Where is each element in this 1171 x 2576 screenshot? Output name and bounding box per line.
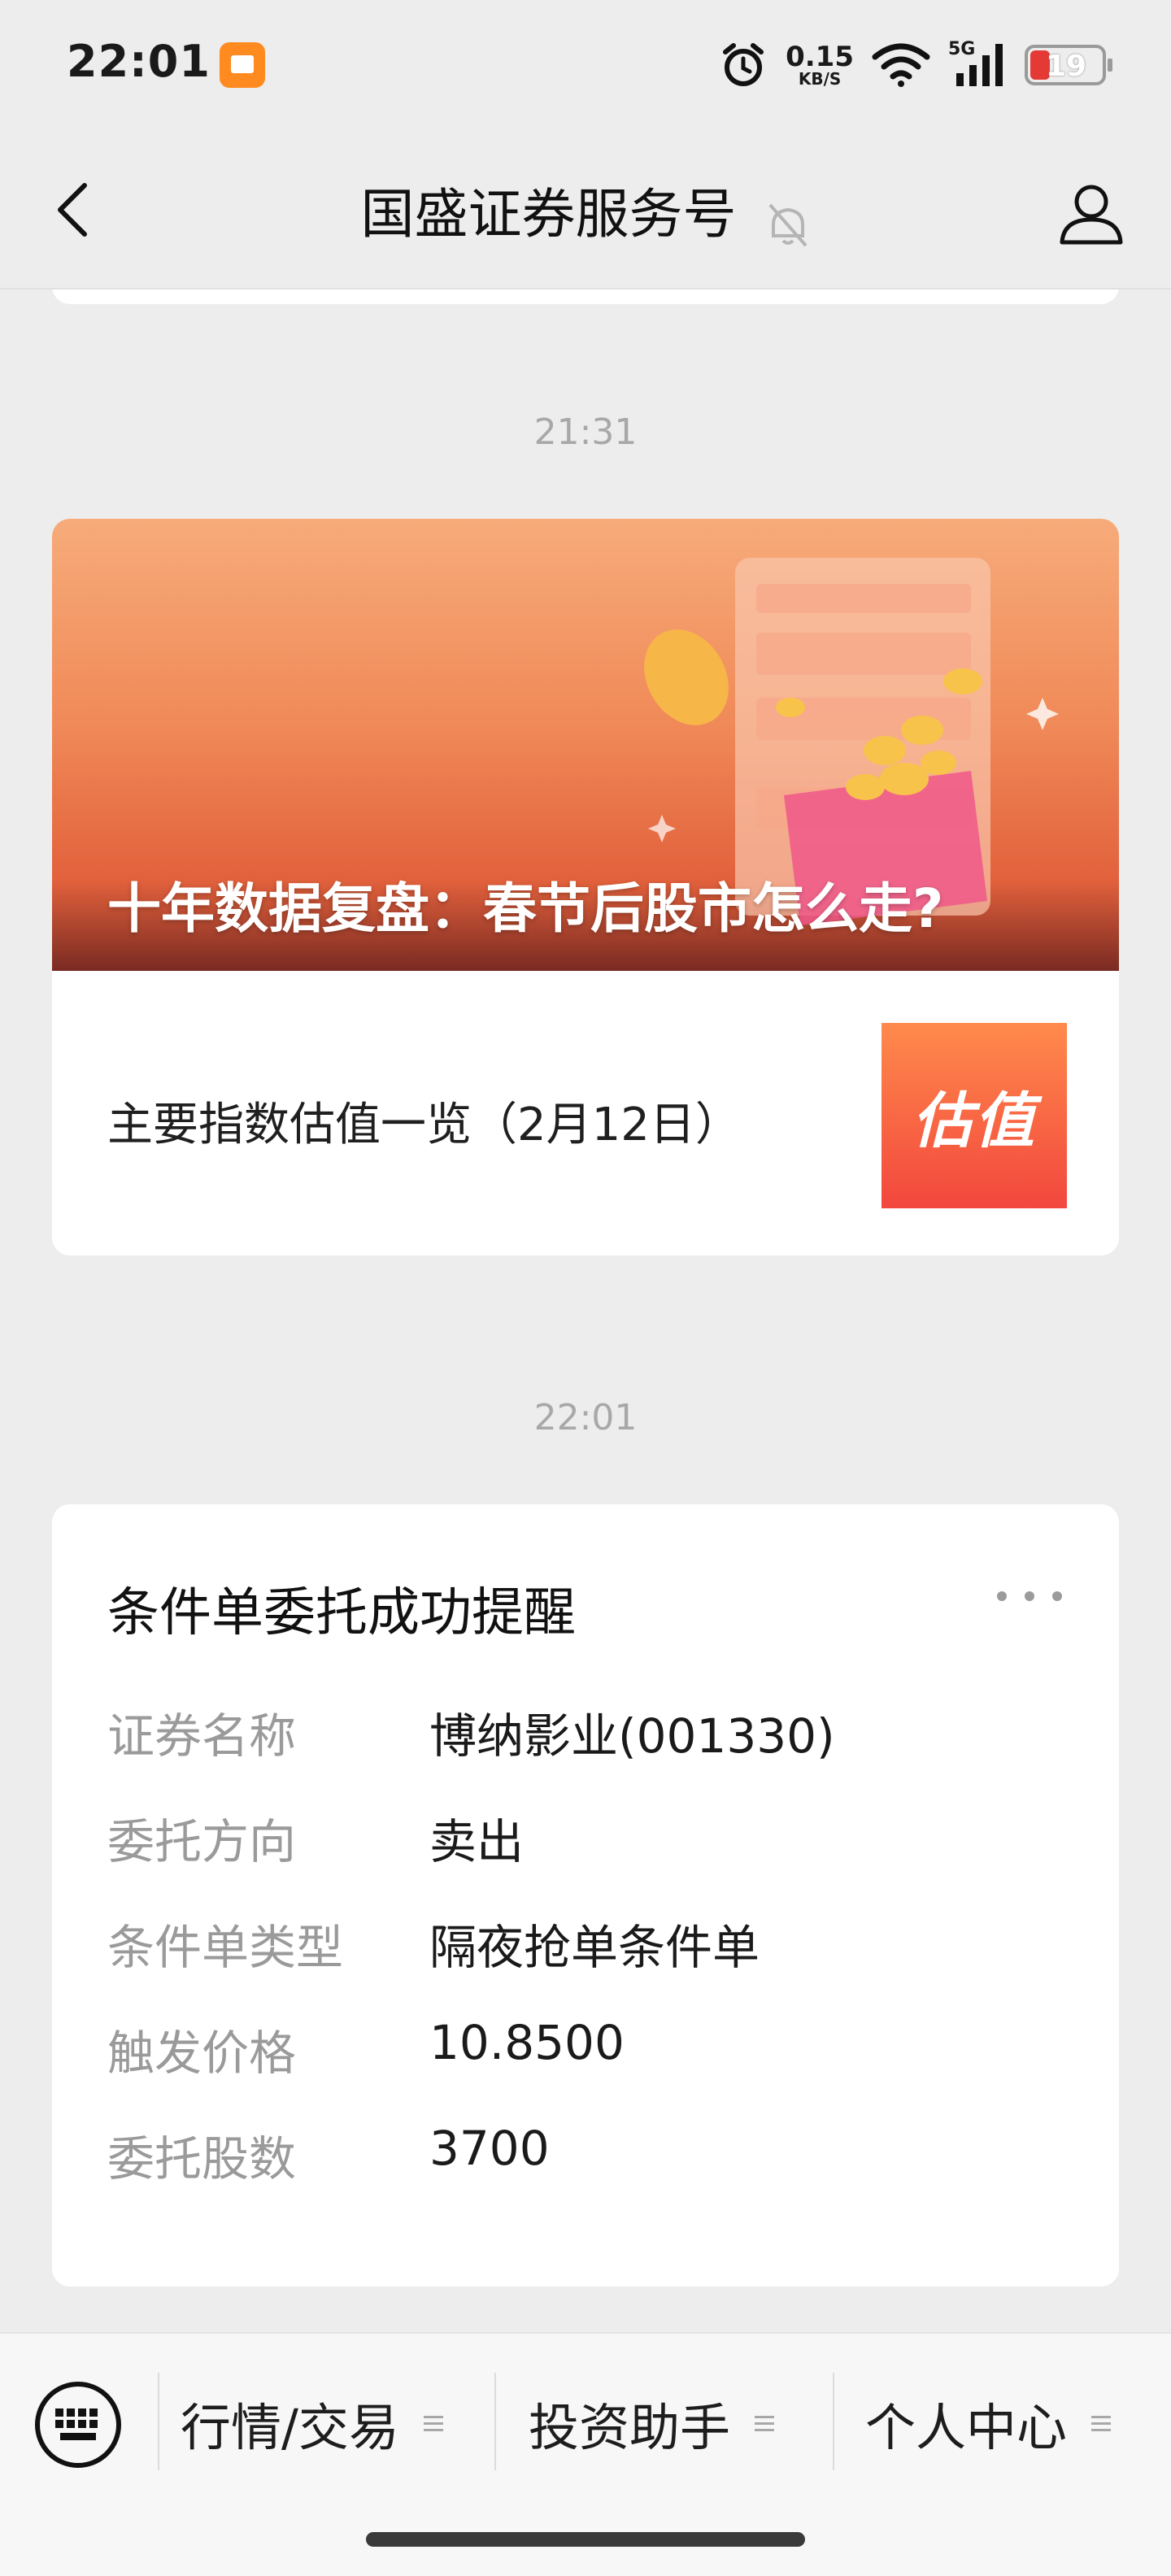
profile-icon[interactable] [1051, 172, 1132, 254]
article-card[interactable]: 十年数据复盘：春节后股市怎么走? 主要指数估值一览（2月12日） 估值 [52, 519, 1119, 1255]
signal-icon [956, 44, 1003, 86]
battery-level: 19 [1046, 50, 1087, 83]
timestamp: 21:31 [533, 411, 638, 453]
submenu-icon [755, 2415, 775, 2431]
title-bar: 国盛证券服务号 [0, 130, 1171, 289]
menu-divider [158, 2373, 159, 2470]
article-thumbnail[interactable]: 估值 [882, 1023, 1067, 1208]
menu-item-investment-assistant[interactable]: 投资助手 [529, 2366, 775, 2480]
article-sub-title[interactable]: 主要指数估值一览（2月12日） [107, 1088, 741, 1154]
menu-item-label: 个人中心 [865, 2398, 1068, 2457]
article-banner-title: 十年数据复盘：春节后股市怎么走? [107, 877, 944, 940]
home-indicator[interactable] [366, 2532, 805, 2547]
message-list[interactable]: 21:31 十年数据复盘：春节后股市怎么走? 主要指数估值一览（2月12日） 估… [0, 289, 1171, 2332]
detail-label: 委托股数 [107, 2131, 297, 2187]
detail-label: 委托方向 [107, 1814, 297, 1869]
wifi-icon [872, 43, 930, 87]
detail-value: 博纳影业(001330) [429, 1708, 835, 1764]
detail-label: 证券名称 [107, 1708, 297, 1764]
detail-value: 10.8500 [429, 2015, 625, 2070]
detail-row: 委托股数 3700 [107, 2121, 1067, 2187]
status-icons: 0.15 KB/S 5G 19 [719, 33, 1112, 98]
menu-item-market-trade[interactable]: 行情/交易 [181, 2366, 443, 2480]
network-speed: 0.15 KB/S [786, 43, 854, 87]
detail-label: 触发价格 [107, 2026, 297, 2081]
page-title: 国盛证券服务号 [360, 183, 737, 246]
detail-label: 条件单类型 [107, 1920, 344, 1975]
mute-bell-icon [768, 203, 808, 246]
previous-message-card [52, 289, 1119, 304]
timestamp: 22:01 [533, 1397, 638, 1438]
status-bar: 22:01 0.15 KB/S 5G 19 [0, 0, 1171, 130]
notification-card[interactable]: 条件单委托成功提醒 证券名称 博纳影业(001330) 委托方向 卖出 条件单类… [52, 1504, 1119, 2287]
notification-app-icon [220, 42, 265, 88]
detail-row: 触发价格 10.8500 [107, 2015, 1067, 2081]
network-speed-value: 0.15 [786, 41, 854, 73]
battery-icon: 19 [1025, 45, 1112, 85]
detail-value: 隔夜抢单条件单 [429, 1920, 760, 1975]
menu-divider [494, 2373, 496, 2470]
status-time: 22:01 [67, 36, 211, 87]
cell-signal: 5G [948, 39, 1007, 89]
detail-value: 卖出 [429, 1814, 525, 1869]
alarm-icon [723, 43, 764, 86]
more-options-icon[interactable] [997, 1584, 1062, 1608]
menu-item-personal-center[interactable]: 个人中心 [865, 2366, 1112, 2480]
menu-item-label: 行情/交易 [181, 2398, 399, 2457]
keyboard-icon[interactable] [33, 2379, 124, 2470]
thumbnail-text: 估值 [912, 1086, 1036, 1156]
title-wrap: 国盛证券服务号 [0, 171, 1171, 249]
article-banner[interactable]: 十年数据复盘：春节后股市怎么走? [52, 519, 1119, 971]
detail-row: 委托方向 卖出 [107, 1804, 1067, 1869]
submenu-icon [1091, 2415, 1112, 2431]
menu-item-label: 投资助手 [529, 2398, 731, 2457]
notification-title: 条件单委托成功提醒 [107, 1583, 576, 1643]
menu-divider [833, 2373, 834, 2470]
detail-row: 条件单类型 隔夜抢单条件单 [107, 1909, 1067, 1975]
network-speed-unit: KB/S [798, 69, 842, 89]
detail-row: 证券名称 博纳影业(001330) [107, 1698, 1067, 1764]
detail-value: 3700 [429, 2121, 550, 2176]
submenu-icon [423, 2415, 443, 2431]
